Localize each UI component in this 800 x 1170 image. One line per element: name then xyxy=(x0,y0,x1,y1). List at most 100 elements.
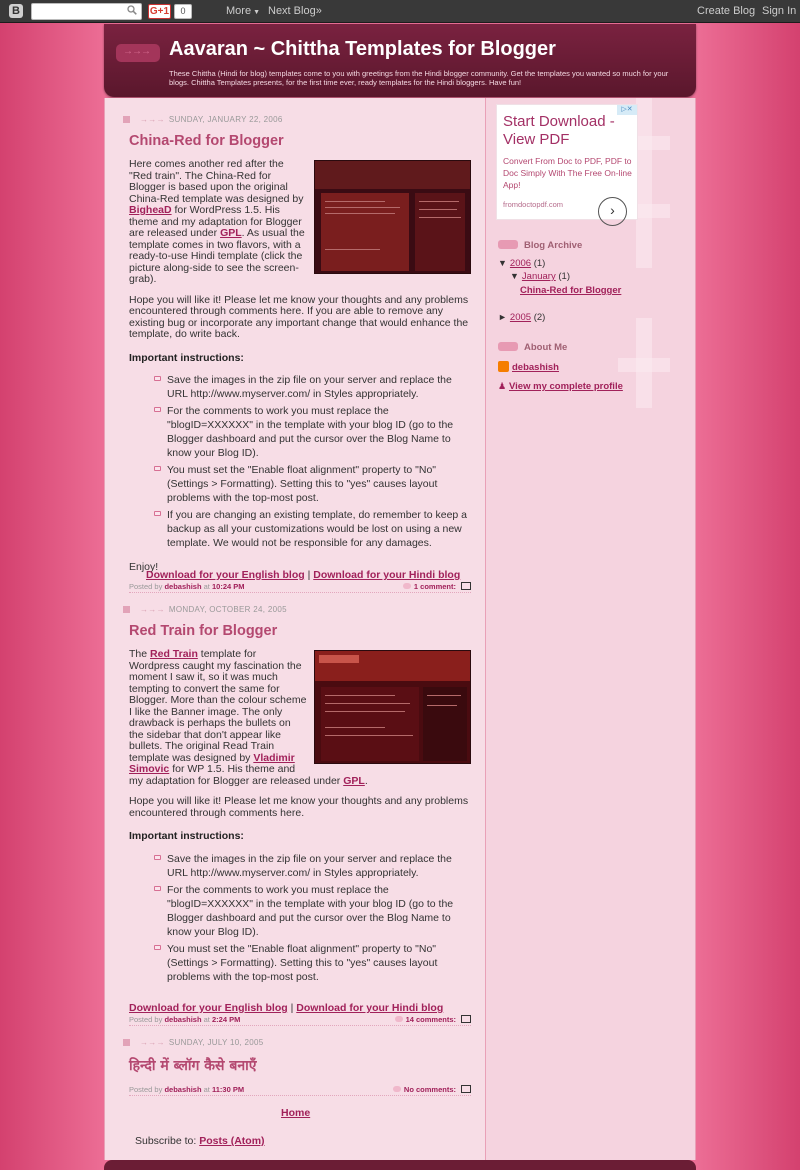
instructions-list: Save the images in the zip file on your … xyxy=(154,373,471,550)
post-title[interactable]: Red Train for Blogger xyxy=(129,623,277,639)
toggle-expanded-icon[interactable]: ▼ xyxy=(510,271,519,281)
post-paragraph: Hope you will like it! Please let me kno… xyxy=(129,293,469,340)
author-link[interactable]: debashish xyxy=(164,1015,201,1024)
bullet-icon xyxy=(154,466,161,471)
email-post-icon[interactable] xyxy=(461,1015,471,1023)
blogger-profile-icon xyxy=(498,361,509,372)
toggle-collapsed-icon[interactable]: ► xyxy=(498,312,507,322)
footer-bar xyxy=(104,1160,696,1170)
ad-body: Convert From Doc to PDF, PDF to Doc Simp… xyxy=(503,156,632,190)
post-title[interactable]: हिन्दी में ब्लॉग कैसे बनाएँ xyxy=(129,1056,257,1075)
ad-go-button[interactable]: › xyxy=(598,197,627,226)
author-profile: debashish xyxy=(498,361,559,373)
post-time-link[interactable]: 2:24 PM xyxy=(212,1015,240,1024)
advertisement[interactable]: ▷✕ Start Download - View PDF Convert Fro… xyxy=(496,104,638,226)
china-red-screenshot[interactable] xyxy=(314,160,471,274)
archive-year-2005: ► 2005 (2) xyxy=(498,312,546,323)
archive-year-link[interactable]: 2005 xyxy=(510,312,531,323)
archive-heading: Blog Archive xyxy=(498,240,582,251)
comments-link[interactable]: 1 comment: xyxy=(414,582,456,591)
archive-year-link[interactable]: 2006 xyxy=(510,258,531,269)
google-plus-one-button[interactable]: G+1 xyxy=(148,4,171,19)
list-item: You must set the "Enable float alignment… xyxy=(154,942,471,984)
create-blog-link[interactable]: Create Blog xyxy=(697,5,755,17)
bullet-icon xyxy=(154,854,161,860)
comments-link[interactable]: 14 comments: xyxy=(406,1015,456,1024)
ad-domain[interactable]: fromdoctopdf.com xyxy=(503,200,563,209)
download-links: Download for your English blog | Downloa… xyxy=(129,1002,444,1014)
instructions-heading: Important instructions: xyxy=(129,351,244,364)
post-footer: Posted by debashish at 10:24 PM 1 commen… xyxy=(129,582,471,593)
more-label: More xyxy=(226,5,252,17)
heading-arrow-icon xyxy=(498,240,518,249)
post-time-link[interactable]: 10:24 PM xyxy=(212,582,245,591)
red-train-screenshot[interactable] xyxy=(314,650,471,764)
post-title[interactable]: China-Red for Blogger xyxy=(129,133,284,149)
download-hindi-link[interactable]: Download for your Hindi blog xyxy=(296,1002,443,1014)
archive-month-january: ▼ January (1) xyxy=(510,271,570,282)
next-blog-link[interactable]: Next Blog» xyxy=(268,5,322,17)
google-plus-count: 0 xyxy=(174,4,192,19)
archive-month-link[interactable]: January xyxy=(522,271,556,282)
bullet-icon xyxy=(154,944,161,950)
date-header: →→→ MONDAY, OCTOBER 24, 2005 xyxy=(123,605,287,614)
ad-title[interactable]: Start Download - View PDF xyxy=(503,113,637,149)
post-body: Here comes another red after the "Red tr… xyxy=(129,158,471,583)
about-heading: About Me xyxy=(498,342,567,353)
date-header: →→→ SUNDAY, JANUARY 22, 2006 xyxy=(123,115,283,124)
sidebar: ▷✕ Start Download - View PDF Convert Fro… xyxy=(485,98,695,1160)
list-item: Save the images in the zip file on your … xyxy=(154,373,471,401)
instructions-list: Save the images in the zip file on your … xyxy=(154,852,471,984)
gpl-link[interactable]: GPL xyxy=(220,227,242,239)
author-link[interactable]: debashish xyxy=(164,582,201,591)
view-profile-link[interactable]: View my complete profile xyxy=(509,381,623,392)
archive-year-2006: ▼ 2006 (1) xyxy=(498,258,546,269)
list-item: For the comments to work you must replac… xyxy=(154,883,471,939)
subscribe-label: Subscribe to: xyxy=(135,1135,197,1147)
blog-description: These Chittha (Hindi for blog) templates… xyxy=(169,69,669,87)
profile-link-row: ♟ View my complete profile xyxy=(498,381,623,392)
list-item: For the comments to work you must replac… xyxy=(154,404,471,460)
download-english-link[interactable]: Download for your English blog xyxy=(146,569,305,581)
bullet-icon xyxy=(154,511,161,516)
email-post-icon[interactable] xyxy=(461,1085,471,1093)
comment-icon xyxy=(392,1086,401,1092)
bighead-link[interactable]: BigheaD xyxy=(129,204,172,216)
header-arrow-icon: →→→ xyxy=(116,44,160,62)
download-hindi-link[interactable]: Download for your Hindi blog xyxy=(313,569,460,581)
navbar-search-input[interactable] xyxy=(31,3,142,20)
bullet-icon xyxy=(154,885,161,891)
red-train-link[interactable]: Red Train xyxy=(150,648,198,660)
main-column: →→→ SUNDAY, JANUARY 22, 2006 China-Red fo… xyxy=(105,98,485,1160)
blog-title[interactable]: Aavaran ~ Chittha Templates for Blogger xyxy=(169,38,556,61)
author-link[interactable]: debashish xyxy=(164,1085,201,1094)
date-header: →→→ SUNDAY, JULY 10, 2005 xyxy=(123,1038,264,1047)
blogger-navbar: B G+1 0 More ▼ Next Blog» Create Blog Sig… xyxy=(0,0,800,23)
comments-link[interactable]: No comments: xyxy=(404,1085,456,1094)
toggle-expanded-icon[interactable]: ▼ xyxy=(498,258,507,268)
subscribe-atom-link[interactable]: Posts (Atom) xyxy=(199,1135,264,1147)
sign-in-link[interactable]: Sign In xyxy=(762,5,796,17)
post-body: The Red Train template for Wordpress cau… xyxy=(129,648,471,996)
list-item: You must set the "Enable float alignment… xyxy=(154,463,471,505)
more-menu[interactable]: More ▼ xyxy=(226,5,260,17)
bullet-icon xyxy=(154,407,161,412)
archive-post-link[interactable]: China-Red for Blogger xyxy=(520,285,621,296)
search-icon[interactable] xyxy=(127,5,137,15)
blogger-logo-icon[interactable]: B xyxy=(9,4,23,18)
bullet-icon xyxy=(154,376,161,381)
comment-icon xyxy=(402,583,411,589)
download-links: Download for your English blog | Downloa… xyxy=(146,569,461,581)
download-english-link[interactable]: Download for your English blog xyxy=(129,1002,288,1014)
post-time-link[interactable]: 11:30 PM xyxy=(212,1085,244,1094)
profile-icon: ♟ xyxy=(498,381,507,391)
chevron-down-icon: ▼ xyxy=(253,9,260,16)
home-link[interactable]: Home xyxy=(281,1107,310,1119)
content-wrapper: →→→ SUNDAY, JANUARY 22, 2006 China-Red fo… xyxy=(104,98,696,1160)
author-link[interactable]: debashish xyxy=(512,362,559,373)
email-post-icon[interactable] xyxy=(461,582,471,590)
post-paragraph: Hope you will like it! Please let me kno… xyxy=(129,795,469,819)
comment-icon xyxy=(394,1016,403,1022)
gpl-link[interactable]: GPL xyxy=(343,775,365,787)
post-footer: Posted by debashish at 11:30 PM No comme… xyxy=(129,1085,471,1096)
